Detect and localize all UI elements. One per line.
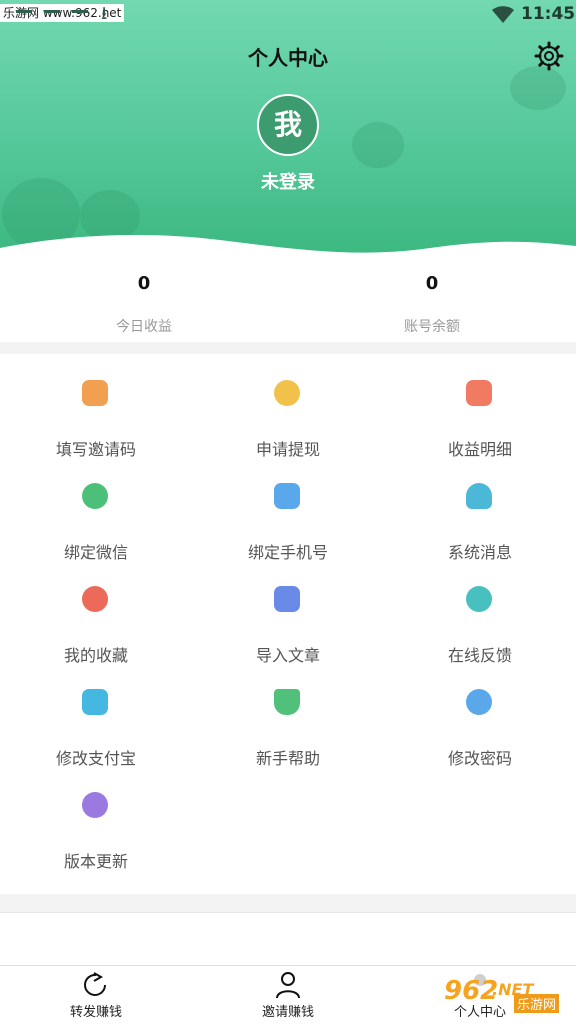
header-wave: [0, 234, 576, 258]
import-icon: [274, 586, 300, 612]
invite-icon: [82, 380, 108, 406]
menu-grid: 填写邀请码 申请提现 收益明细 绑定微信 绑定手机号 系统消息 我的收藏 导入文…: [0, 354, 576, 894]
tab-invite-earn[interactable]: 邀请赚钱: [192, 966, 384, 1025]
section-divider: [0, 894, 576, 913]
status-time: 11:45: [521, 4, 576, 24]
menu-item-earnings-detail[interactable]: 收益明细: [384, 354, 576, 459]
avatar[interactable]: 我: [257, 94, 319, 156]
menu-item-label: 版本更新: [63, 852, 128, 871]
account-balance-value: 0: [425, 273, 439, 294]
decor-bubble: [352, 122, 404, 168]
ledger-icon: [466, 380, 492, 406]
bell-icon: [466, 483, 492, 509]
menu-item-feedback[interactable]: 在线反馈: [384, 560, 576, 665]
menu-item-import-article[interactable]: 导入文章: [192, 560, 384, 665]
watermark-logo: 962 .NET 乐游网: [444, 974, 572, 1020]
menu-item-beginner-help[interactable]: 新手帮助: [192, 663, 384, 768]
watermark-cn: 乐游网: [514, 994, 560, 1013]
refresh-icon: [82, 792, 108, 818]
star-icon: [82, 586, 108, 612]
decor-bubble: [510, 66, 566, 110]
section-divider: [0, 342, 576, 354]
page-title: 个人中心: [248, 46, 328, 70]
earnings-summary: 0 今日收益 0 账号余额: [0, 258, 576, 342]
today-earnings-value: 0: [137, 273, 151, 294]
tab-label: 邀请赚钱: [261, 1005, 314, 1020]
status-notification-icon: [44, 10, 60, 13]
menu-item-favorites[interactable]: 我的收藏: [0, 560, 192, 665]
settings-gear-icon[interactable]: [534, 41, 564, 71]
menu-item-withdraw[interactable]: 申请提现: [192, 354, 384, 459]
wifi-icon: [492, 6, 514, 23]
menu-item-version-update[interactable]: 版本更新: [0, 766, 192, 871]
menu-item-invite-code[interactable]: 填写邀请码: [0, 354, 192, 459]
menu-item-bind-wechat[interactable]: 绑定微信: [0, 457, 192, 562]
menu-item-label: 新手帮助: [255, 749, 320, 768]
account-balance-label: 账号余额: [404, 319, 460, 335]
account-balance[interactable]: 0 账号余额: [332, 270, 532, 336]
login-prompt[interactable]: 未登录: [0, 168, 576, 194]
share-icon: [84, 972, 106, 996]
coin-icon: [274, 380, 300, 406]
watermark-number: 962: [444, 976, 499, 1006]
today-earnings[interactable]: 0 今日收益: [44, 270, 244, 336]
key-icon: [466, 689, 492, 715]
menu-item-bind-phone[interactable]: 绑定手机号: [192, 457, 384, 562]
status-bar: 乐游网 www.962.net ⭳ 11:45: [0, 0, 576, 30]
menu-item-edit-alipay[interactable]: 修改支付宝: [0, 663, 192, 768]
download-icon: ⭳: [101, 3, 108, 24]
today-earnings-label: 今日收益: [116, 319, 172, 335]
user-icon: [276, 972, 300, 999]
status-notification-icon: [16, 10, 32, 13]
tab-share-earn[interactable]: 转发赚钱: [0, 966, 192, 1025]
tab-label: 转发赚钱: [69, 1005, 122, 1020]
chat-icon: [466, 586, 492, 612]
phone-icon: [274, 483, 300, 509]
menu-item-system-messages[interactable]: 系统消息: [384, 457, 576, 562]
hammer-icon: [274, 689, 300, 715]
menu-item-change-password[interactable]: 修改密码: [384, 663, 576, 768]
menu-item-label: 修改密码: [447, 749, 512, 768]
alipay-icon: [82, 689, 108, 715]
wechat-icon: [82, 483, 108, 509]
status-notification-icon: [72, 10, 88, 13]
